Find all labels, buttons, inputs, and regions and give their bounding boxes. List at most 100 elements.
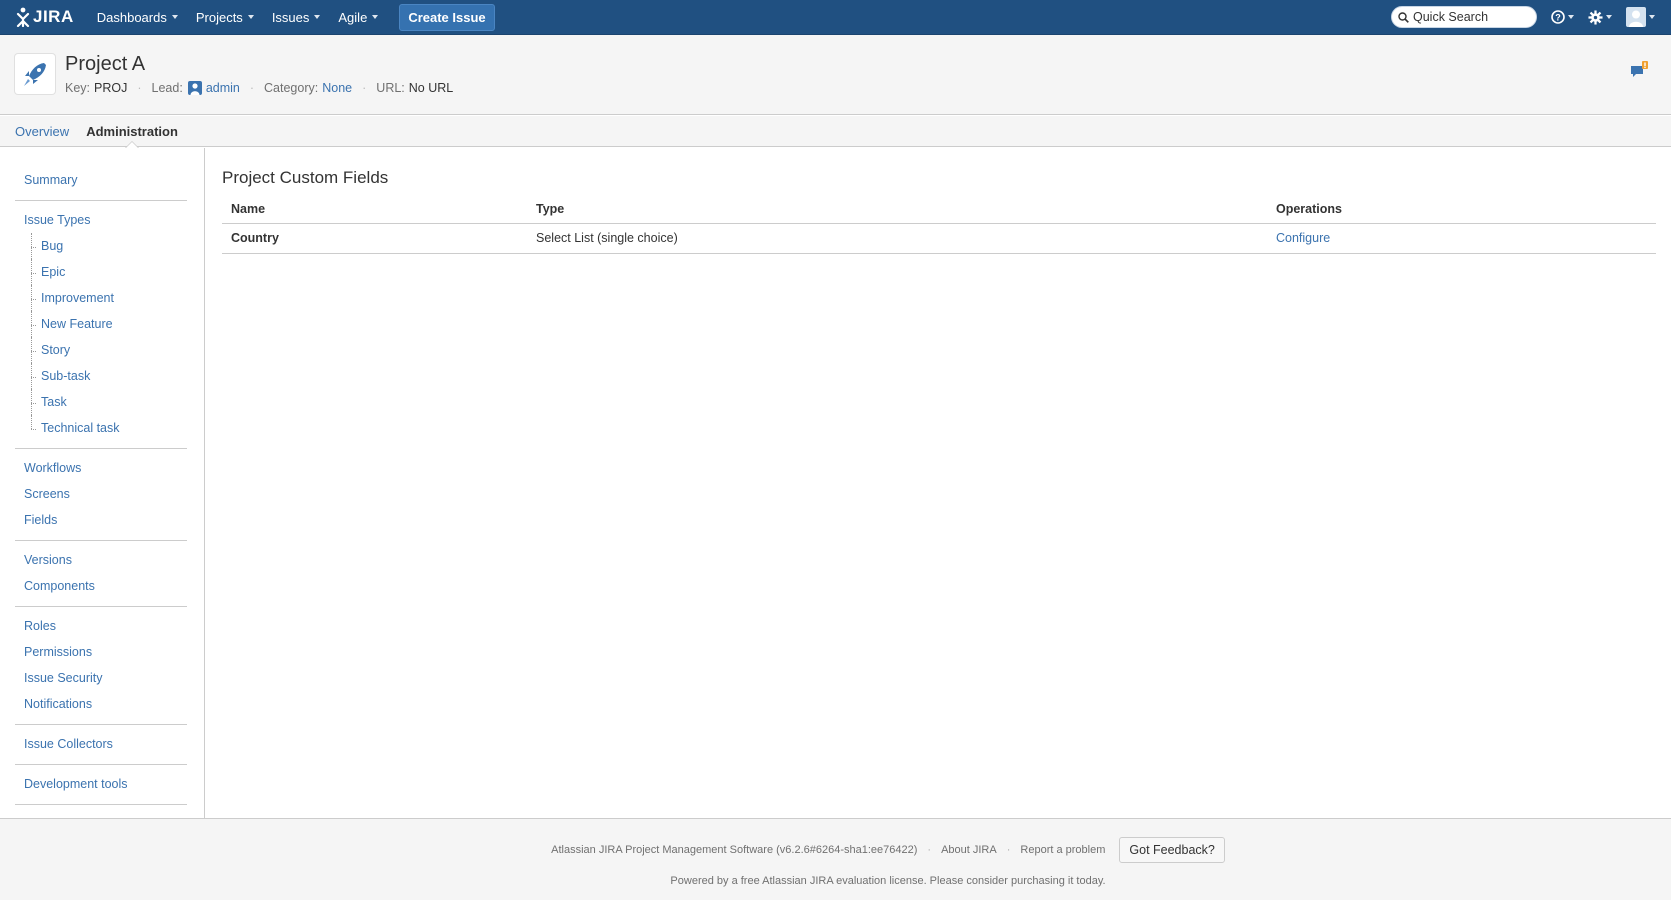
sidebar-group-summary: Summary (15, 148, 187, 201)
svg-text:?: ? (1555, 13, 1561, 23)
project-avatar[interactable] (15, 54, 55, 94)
got-feedback-button[interactable]: Got Feedback? (1119, 837, 1225, 863)
page-title: Project Custom Fields (222, 168, 389, 187)
quick-search-box[interactable] (1391, 6, 1537, 28)
sidebar-item-improvement[interactable]: Improvement (15, 285, 187, 311)
footer-report-link[interactable]: Report a problem (1020, 844, 1105, 856)
chevron-down-icon (1606, 15, 1612, 19)
footer-links: Atlassian JIRA Project Management Softwa… (0, 837, 1671, 863)
chevron-down-icon (372, 15, 379, 19)
nav-issues[interactable]: Issues (263, 0, 330, 35)
tab-administration[interactable]: Administration (78, 116, 186, 148)
field-name-cell: Country (222, 223, 527, 254)
footer-separator: · (1006, 844, 1011, 856)
sidebar-item-task[interactable]: Task (15, 389, 187, 415)
project-tabs: Overview Administration (0, 116, 1671, 148)
configure-link[interactable]: Configure (1276, 231, 1330, 245)
project-lead-link[interactable]: admin (206, 81, 240, 95)
chevron-down-icon (1568, 15, 1574, 19)
sidebar-item-workflows[interactable]: Workflows (15, 455, 187, 481)
tab-overview[interactable]: Overview (7, 116, 77, 147)
footer-about-link[interactable]: About JIRA (941, 844, 997, 856)
sidebar-item-summary[interactable]: Summary (15, 167, 187, 193)
sidebar-group-versions: Versions Components (15, 541, 187, 607)
jira-logo-icon (16, 7, 30, 27)
nav-issues-label: Issues (271, 9, 310, 25)
sidebar-group-config: Workflows Screens Fields (15, 449, 187, 541)
meta-separator: · (137, 81, 142, 95)
sidebar-item-permissions[interactable]: Permissions (15, 639, 187, 665)
lead-avatar-icon (187, 81, 202, 95)
header-right-tools: ? (1391, 6, 1655, 28)
sidebar-group-collectors: Issue Collectors (15, 725, 187, 765)
sidebar-group-access: Roles Permissions Issue Security Notific… (15, 607, 187, 725)
admin-settings-menu[interactable] (1588, 9, 1612, 25)
rocket-icon (24, 63, 46, 86)
search-icon (1398, 11, 1409, 23)
nav-dashboards-label: Dashboards (96, 9, 167, 25)
page-footer: Atlassian JIRA Project Management Softwa… (0, 818, 1671, 900)
nav-dashboards[interactable]: Dashboards (88, 0, 187, 35)
column-header-type: Type (527, 195, 1267, 224)
notification-feedback-icon[interactable] (1629, 60, 1649, 83)
sidebar-item-new-feature[interactable]: New Feature (15, 311, 187, 337)
project-meta: Key: PROJ · Lead: admin · Category: None… (65, 81, 453, 95)
sidebar-item-components[interactable]: Components (15, 573, 187, 599)
project-title: Project A (65, 53, 146, 75)
sidebar-group-dev-tools: Development tools (15, 765, 187, 805)
sidebar-item-roles[interactable]: Roles (15, 613, 187, 639)
chevron-down-icon (247, 15, 254, 19)
sidebar-item-notifications[interactable]: Notifications (15, 691, 187, 717)
meta-separator: · (249, 81, 255, 95)
gear-icon (1588, 9, 1603, 25)
nav-agile-label: Agile (338, 9, 368, 25)
custom-fields-table: Name Type Operations Country Select List… (222, 195, 1656, 254)
sidebar-item-sub-task[interactable]: Sub-task (15, 363, 187, 389)
chevron-down-icon (1649, 15, 1655, 19)
sidebar-group-issue-types: Issue Types Bug Epic Improvement New Fea… (15, 201, 187, 449)
main-content: Project Custom Fields Name Type Operatio… (222, 148, 1656, 818)
nav-agile[interactable]: Agile (329, 0, 387, 35)
footer-license-text: Powered by a free Atlassian JIRA evaluat… (670, 875, 1106, 887)
column-header-name: Name (222, 195, 527, 224)
quick-search-input[interactable] (1413, 10, 1531, 24)
field-type-cell: Select List (single choice) (527, 223, 1267, 254)
sidebar-item-technical-task[interactable]: Technical task (15, 415, 187, 441)
project-key: PROJ (94, 81, 128, 95)
sidebar-item-screens[interactable]: Screens (15, 481, 187, 507)
footer-separator: · (927, 844, 932, 856)
table-row: Country Select List (single choice) Conf… (222, 223, 1656, 254)
url-label: URL: (376, 81, 405, 95)
top-navigation-bar: JIRA Dashboards Projects Issues Agile Cr… (0, 0, 1671, 35)
sidebar-item-story[interactable]: Story (15, 337, 187, 363)
jira-logo[interactable]: JIRA (15, 7, 74, 27)
project-url: No URL (408, 81, 454, 95)
lead-label: Lead: (151, 81, 183, 95)
create-issue-button[interactable]: Create Issue (399, 3, 495, 31)
user-profile-menu[interactable] (1626, 7, 1655, 27)
meta-separator: · (362, 81, 367, 95)
help-icon: ? (1551, 10, 1565, 24)
project-category-link[interactable]: None (322, 81, 352, 95)
sidebar-item-issue-security[interactable]: Issue Security (15, 665, 187, 691)
help-menu[interactable]: ? (1551, 10, 1574, 24)
chevron-down-icon (314, 15, 321, 19)
user-avatar-icon (1626, 7, 1646, 27)
nav-projects-label: Projects (195, 9, 243, 25)
sidebar-item-bug[interactable]: Bug (15, 233, 187, 259)
key-label: Key: (65, 81, 91, 95)
table-header-row: Name Type Operations (222, 195, 1656, 224)
column-header-operations: Operations (1267, 195, 1656, 224)
sidebar-item-epic[interactable]: Epic (15, 259, 187, 285)
field-operations-cell: Configure (1267, 223, 1656, 254)
admin-sidebar: Summary Issue Types Bug Epic Improvement… (0, 148, 205, 831)
sidebar-item-versions[interactable]: Versions (15, 547, 187, 573)
sidebar-item-issue-collectors[interactable]: Issue Collectors (15, 731, 187, 757)
logo-text: JIRA (33, 7, 74, 26)
sidebar-item-fields[interactable]: Fields (15, 507, 187, 533)
sidebar-item-development-tools[interactable]: Development tools (15, 771, 187, 797)
nav-projects[interactable]: Projects (187, 0, 263, 35)
footer-software-link[interactable]: Atlassian JIRA Project Management Softwa… (551, 844, 917, 856)
category-label: Category: (264, 81, 319, 95)
sidebar-item-issue-types[interactable]: Issue Types (15, 207, 187, 233)
